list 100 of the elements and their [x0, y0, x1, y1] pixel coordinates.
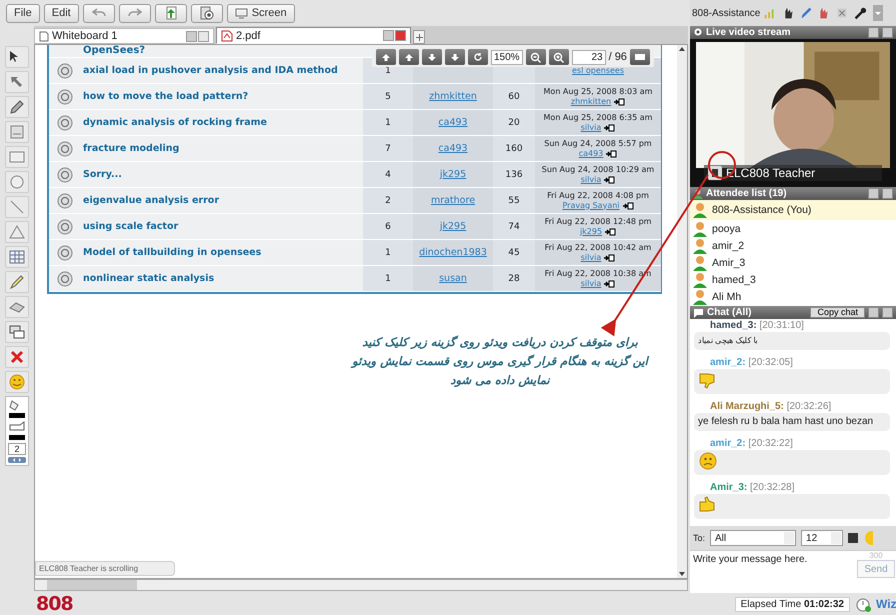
last-poster-link[interactable]: Pravag Sayani	[562, 200, 620, 210]
author-link[interactable]: ca493	[438, 117, 468, 128]
vertical-scrollbar[interactable]	[677, 45, 687, 578]
line-color-icon[interactable]	[8, 421, 26, 441]
last-poster-link[interactable]: jk295	[580, 226, 602, 236]
menu-button[interactable]: File	[6, 4, 40, 22]
attendee-item[interactable]: Amir_3	[690, 254, 896, 271]
post-date: Mon Aug 25, 2008 8:03 am	[544, 86, 652, 96]
topic-link[interactable]: how to move the load pattern?	[83, 91, 248, 102]
text-icon[interactable]	[5, 121, 29, 143]
fit-page-icon[interactable]	[630, 49, 650, 65]
goto-post-icon[interactable]	[622, 202, 634, 210]
character-limit: 300	[869, 551, 883, 560]
previous-page-icon[interactable]	[399, 49, 419, 65]
undo-icon	[92, 8, 106, 18]
zoom-out-icon[interactable]	[526, 49, 546, 65]
topic-link[interactable]: eigenvalue analysis error	[83, 195, 220, 206]
last-page-icon[interactable]	[445, 49, 465, 65]
last-poster-link[interactable]: zhmkitten	[570, 96, 612, 106]
copy-icon[interactable]	[5, 321, 29, 343]
goto-post-icon[interactable]	[604, 176, 616, 184]
message-input[interactable]: Write your message here.	[690, 551, 856, 593]
attendee-item[interactable]: Ali Mh	[690, 288, 896, 305]
person-icon	[692, 220, 708, 236]
post-date: Sun Aug 24, 2008 5:57 pm	[544, 138, 652, 148]
topic-link[interactable]: fracture modeling	[83, 143, 180, 154]
plus-icon	[416, 34, 422, 40]
page-icon	[39, 30, 49, 42]
topic-link[interactable]: axial load in pushover analysis and IDA method	[83, 65, 338, 76]
topic-link[interactable]: Sorry...	[83, 169, 122, 180]
page-field[interactable]: 23	[572, 50, 606, 64]
first-page-icon[interactable]	[376, 49, 396, 65]
zoom-in-icon[interactable]	[548, 49, 569, 65]
person-icon	[692, 254, 708, 270]
next-page-icon[interactable]	[422, 49, 442, 65]
last-poster-link[interactable]: silvia	[580, 174, 602, 184]
reply-count: 1	[363, 110, 413, 135]
last-poster-link[interactable]: silvia	[580, 122, 602, 132]
goto-post-icon[interactable]	[604, 124, 616, 132]
menu-button[interactable]: Edit	[44, 4, 79, 22]
redo-button[interactable]	[118, 4, 151, 22]
topic-link[interactable]: using scale factor	[83, 221, 178, 232]
last-poster-link[interactable]: silvia	[580, 252, 602, 262]
upload-icon	[164, 6, 178, 20]
pointer-icon[interactable]	[5, 46, 29, 68]
person-icon	[692, 272, 708, 288]
author-link[interactable]: zhmkitten	[429, 91, 477, 102]
pdf-icon	[221, 30, 233, 42]
smiley-icon[interactable]	[5, 371, 29, 393]
author-link[interactable]: mrathore	[430, 195, 476, 206]
font-size-dropdown[interactable]: 12	[801, 530, 844, 546]
attendee-item[interactable]: hamed_3	[690, 271, 896, 288]
text-color-swatch[interactable]	[848, 533, 858, 543]
undo-button[interactable]	[82, 4, 115, 22]
reply-count: 5	[363, 84, 413, 109]
goto-post-icon[interactable]	[604, 254, 616, 262]
document-tab[interactable]: Whiteboard 1	[34, 28, 214, 44]
author-link[interactable]: ca493	[438, 143, 468, 154]
topic-link[interactable]: nonlinear static analysis	[83, 273, 214, 284]
delete-icon[interactable]	[5, 346, 29, 368]
message-time: [20:32:26]	[786, 401, 832, 412]
goto-post-icon[interactable]	[605, 228, 616, 236]
upload-button[interactable]	[154, 4, 187, 22]
fill-color-icon[interactable]	[8, 399, 26, 419]
goto-post-icon[interactable]	[606, 150, 618, 158]
add-tab-button[interactable]	[413, 30, 425, 44]
author-link[interactable]: dinochen1983	[419, 247, 487, 258]
document-tab[interactable]: 2.pdf	[216, 27, 411, 44]
view-count: 55	[493, 188, 535, 213]
last-poster-link[interactable]: silvia	[580, 278, 602, 288]
refresh-icon[interactable]	[468, 49, 488, 65]
stepper-icon[interactable]	[8, 457, 26, 463]
attendee-item[interactable]: pooya	[690, 220, 896, 237]
topic-link[interactable]: Model of tallbuilding in opensees	[83, 247, 262, 258]
copy-chat-button[interactable]: Copy chat	[810, 307, 865, 318]
horizontal-scrollbar[interactable]	[34, 579, 688, 591]
record-button[interactable]	[190, 4, 223, 22]
attendee-item[interactable]: amir_2	[690, 237, 896, 254]
author-link[interactable]: susan	[439, 273, 467, 284]
goto-post-icon[interactable]	[614, 98, 626, 106]
pencil-icon[interactable]	[5, 96, 29, 118]
topic-link[interactable]: dynamic analysis of rocking frame	[83, 117, 267, 128]
last-poster-link[interactable]: esl opensees	[572, 66, 624, 76]
rectangle-icon[interactable]	[5, 146, 29, 168]
author-link[interactable]: jk295	[440, 169, 466, 180]
view-count: 136	[493, 162, 535, 187]
eraser-icon[interactable]	[5, 296, 29, 318]
message-time: [20:32:22]	[748, 438, 793, 449]
screen-button[interactable]: Screen	[226, 4, 295, 22]
recipient-dropdown[interactable]: All	[710, 530, 796, 546]
attendee-item[interactable]: 808-Assistance (You)	[690, 200, 896, 220]
reply-count: 7	[363, 136, 413, 161]
message-author: amir_2:	[710, 357, 746, 368]
author-link[interactable]: jk295	[440, 221, 466, 232]
last-poster-link[interactable]: ca493	[578, 148, 604, 158]
highlighter-icon[interactable]	[5, 271, 29, 293]
goto-post-icon[interactable]	[604, 280, 616, 288]
line-width-field[interactable]: 2	[8, 443, 26, 455]
reply-count: 1	[363, 266, 413, 291]
grid-icon[interactable]	[5, 246, 29, 268]
